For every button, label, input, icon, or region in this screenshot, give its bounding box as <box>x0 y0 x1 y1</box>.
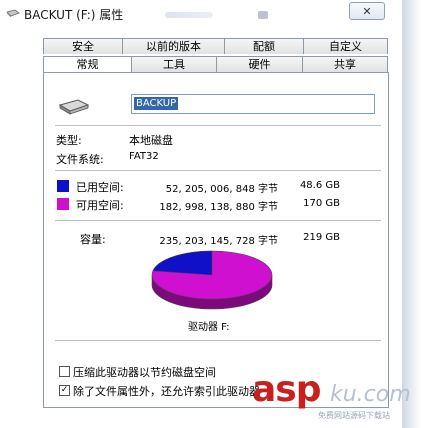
tab-customize-label: 自定义 <box>329 40 362 53</box>
capacity-label: 容量: <box>80 233 106 246</box>
tab-customize[interactable]: 自定义 <box>303 38 388 54</box>
free-space-label: 可用空间: <box>76 199 124 212</box>
used-space-bytes: 52, 205, 006, 848 字节 <box>165 184 278 195</box>
compress-checkbox[interactable] <box>59 366 70 377</box>
tab-tools-label: 工具 <box>163 58 185 71</box>
tab-tools[interactable]: 工具 <box>131 56 217 72</box>
tab-general-label: 常规 <box>76 58 99 71</box>
tab-security[interactable]: 安全 <box>43 38 123 54</box>
divider <box>55 220 381 221</box>
tab-security-label: 安全 <box>72 40 94 53</box>
watermark-tagline: 免费网站源码下载站 <box>318 411 390 420</box>
capacity-bytes: 235, 203, 145, 728 字节 <box>159 236 278 247</box>
free-space-bytes: 182, 998, 138, 880 字节 <box>159 202 278 213</box>
tab-previous-versions[interactable]: 以前的版本 <box>122 38 225 54</box>
window-title: BACKUT (F:) 属性 <box>24 8 124 22</box>
tab-hardware[interactable]: 硬件 <box>216 56 303 72</box>
divider <box>55 170 381 171</box>
index-checkbox[interactable]: ✓ <box>59 385 70 396</box>
disk-usage-pie <box>151 250 273 310</box>
compress-label: 压缩此驱动器以节约磁盘空间 <box>73 366 216 379</box>
title-bar: BACKUT (F:) 属性 ✕ <box>0 0 421 28</box>
filesystem-label: 文件系统: <box>56 153 104 166</box>
tabs-bottom-row: 常规 工具 硬件 共享 <box>43 56 388 74</box>
divider <box>55 340 381 341</box>
used-space-swatch <box>57 180 69 192</box>
window-frame-right <box>402 0 421 428</box>
close-icon: ✕ <box>362 4 372 18</box>
close-button[interactable]: ✕ <box>349 2 385 20</box>
divider <box>55 125 381 126</box>
watermark-suffix: ku.com <box>330 382 411 407</box>
tab-sharing[interactable]: 共享 <box>302 56 388 72</box>
free-space-swatch <box>57 198 69 210</box>
tabs-top-row: 安全 以前的版本 配额 自定义 <box>43 38 388 54</box>
index-label: 除了文件属性外，还允许索引此驱动器 <box>73 385 260 398</box>
drive-icon <box>6 9 20 18</box>
volume-name-value: BACKUP <box>134 97 179 110</box>
title-blur-mark <box>258 11 268 19</box>
used-space-size: 48.6 GB <box>299 180 340 191</box>
volume-name-input[interactable]: BACKUP <box>131 94 375 114</box>
capacity-size: 219 GB <box>303 232 340 243</box>
tab-hardware-label: 硬件 <box>248 58 271 71</box>
free-space-size: 170 GB <box>303 198 340 209</box>
tab-quota-label: 配额 <box>253 40 275 53</box>
drive-label: 驱动器 F: <box>188 322 230 333</box>
pie-slice-used <box>152 250 213 276</box>
used-space-label: 已用空间: <box>76 181 124 194</box>
title-blur <box>165 12 213 18</box>
type-label: 类型: <box>56 134 82 147</box>
tab-sharing-label: 共享 <box>334 58 356 71</box>
watermark-brand: asp <box>252 369 321 410</box>
tab-previous-versions-label: 以前的版本 <box>146 40 201 53</box>
filesystem-value: FAT32 <box>129 151 159 162</box>
tab-quota[interactable]: 配额 <box>224 38 304 54</box>
type-value: 本地磁盘 <box>129 134 173 147</box>
drive-large-icon <box>58 99 90 115</box>
